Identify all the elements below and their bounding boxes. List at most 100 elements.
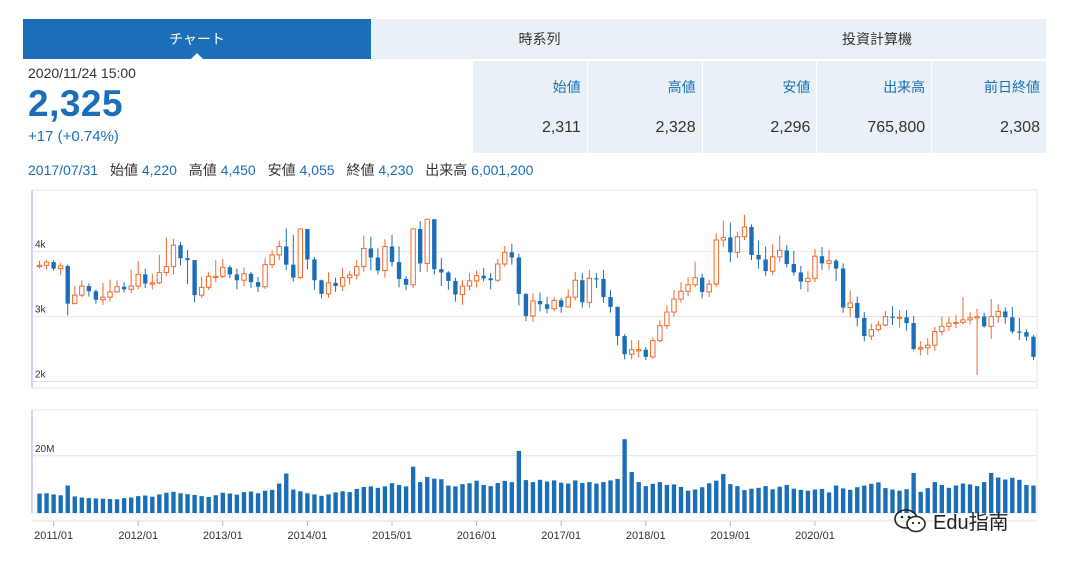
candle-body [904, 317, 909, 324]
hover-high-label: 高値 [188, 162, 217, 178]
volume-bar [819, 488, 825, 513]
stat-high: 高値 2,328 [586, 61, 702, 153]
volume-bar [128, 497, 134, 513]
candle-body [262, 264, 268, 288]
candle-body [523, 293, 529, 316]
candle-body [974, 316, 980, 319]
volume-bar [375, 487, 381, 513]
volume-bar [763, 486, 768, 513]
volume-bar [516, 450, 522, 513]
volume-bar [107, 498, 113, 513]
volume-bar [707, 483, 712, 513]
candle-body [291, 264, 296, 278]
volume-bar [833, 485, 839, 513]
quote-datetime: 2020/11/24 15:00 [28, 65, 136, 81]
candle-body [932, 331, 938, 346]
candle-body [57, 265, 64, 270]
candle-body [657, 325, 663, 342]
volume-bar [453, 486, 458, 513]
volume-bar [848, 489, 853, 513]
volume-bar [671, 484, 677, 513]
volume-bar [347, 492, 352, 513]
candle-body [163, 266, 170, 273]
candle-body [227, 267, 233, 275]
volume-bar [291, 489, 296, 513]
candle-body [1024, 332, 1029, 337]
candle-body [896, 316, 903, 319]
candle-body [720, 236, 726, 241]
volume-bar [735, 486, 740, 513]
candle-body [446, 272, 451, 281]
volume-bar [72, 496, 77, 513]
volume-bar [692, 489, 698, 513]
hover-volume-label: 出来高 [425, 162, 468, 178]
volume-bar [594, 483, 599, 513]
candle-body [728, 237, 733, 253]
candle-body [466, 280, 473, 287]
tab-investment-calculator-label: 投資計算機 [842, 31, 912, 47]
volume-bar [784, 484, 789, 513]
x-tick-label: 2016/01 [457, 530, 497, 542]
candle-body [826, 260, 832, 264]
candle-body [432, 219, 437, 270]
candle-body [601, 278, 606, 298]
volume-bar [37, 493, 42, 513]
stat-low-value: 2,296 [770, 119, 811, 136]
volume-bar [840, 488, 846, 513]
candle-body [628, 349, 635, 355]
volume-bar [812, 489, 818, 513]
volume-bar [354, 488, 359, 513]
volume-bar [601, 482, 606, 513]
candle-body [418, 228, 423, 264]
volume-bar [869, 483, 874, 513]
tab-timeseries[interactable]: 時系列 [371, 19, 708, 59]
candle-body [939, 325, 945, 333]
candle-body [946, 322, 952, 327]
candle-body [981, 316, 987, 327]
tab-chart[interactable]: チャート [23, 19, 371, 60]
candle-body [798, 272, 804, 282]
volume-bar [728, 484, 733, 513]
volume-bar [220, 492, 225, 513]
x-axis: 2011/01 2012/01 2013/01 2014/01 2015/01 2016/… [32, 520, 1037, 542]
candle-body [339, 277, 346, 287]
candle-body [347, 274, 353, 279]
volume-bar [1017, 479, 1022, 513]
candle-body [777, 249, 783, 258]
price-panel-frame [31, 189, 1038, 389]
candle-body [100, 296, 106, 301]
price-tick-label: 2k [35, 370, 47, 381]
volume-bar [580, 482, 585, 513]
candle-body [121, 286, 127, 290]
volume-bar [136, 496, 141, 513]
x-tick-label: 2017/01 [541, 530, 581, 542]
volume-bar [389, 483, 395, 513]
volume-bar [756, 487, 761, 513]
candle-body [558, 300, 564, 307]
tab-investment-calculator[interactable]: 投資計算機 [708, 19, 1046, 59]
x-tick-label: 2019/01 [710, 530, 750, 542]
candle-body [206, 275, 212, 288]
hover-open-value: 4,220 [141, 162, 177, 178]
tab-timeseries-label: 時系列 [518, 31, 561, 47]
x-tick-label: 2012/01 [118, 530, 158, 542]
x-tick-label: 2015/01 [372, 530, 412, 542]
candle-body [213, 275, 219, 279]
volume-bar [410, 466, 416, 513]
stat-prev-close-label: 前日終値 [983, 79, 1040, 95]
volume-bar [460, 484, 465, 513]
candle-body [269, 254, 275, 266]
volume-bar [185, 494, 190, 513]
hover-low-value: 4,055 [299, 162, 335, 178]
candle-body [354, 266, 360, 276]
volume-bar [714, 480, 719, 513]
volume-bar [157, 494, 162, 513]
price-grid: 2k 3k 4k [31, 189, 1038, 389]
candle-body [65, 265, 70, 304]
volume-bar [558, 482, 564, 513]
stat-low-label: 安値 [782, 79, 811, 95]
candle-body [319, 280, 324, 294]
candle-body [692, 277, 698, 286]
volume-bar [573, 480, 578, 513]
volume-bar [474, 480, 479, 513]
